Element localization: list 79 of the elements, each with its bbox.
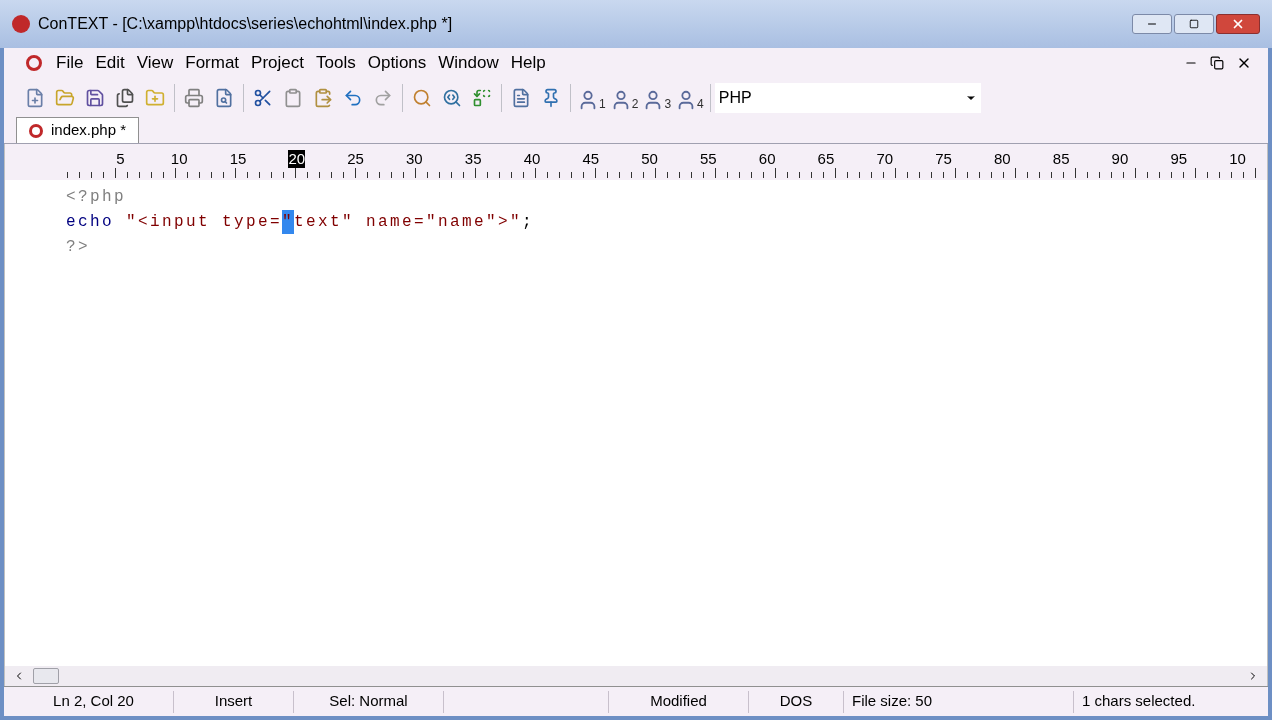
save-icon [85, 88, 105, 108]
redo-icon [373, 88, 393, 108]
scroll-thumb[interactable] [33, 668, 59, 684]
ruler-number: 80 [994, 150, 1011, 168]
close-button[interactable] [1216, 14, 1260, 34]
menu-item[interactable]: Tools [310, 50, 362, 76]
php-file-icon [29, 123, 43, 138]
code-token: ?> [66, 236, 90, 258]
search-icon [412, 88, 432, 108]
ruler-number: 10 [170, 150, 188, 168]
ruler-number: 35 [464, 150, 482, 168]
ruler-number: 45 [582, 150, 600, 168]
ruler-number: 25 [347, 150, 364, 168]
status-text: Sel: Normal [329, 691, 408, 712]
status-text: DOS [779, 691, 813, 712]
save-all-icon [115, 88, 135, 108]
replace-icon [472, 88, 492, 108]
ruler-number: 75 [935, 150, 952, 168]
ruler-number: 10 [1229, 150, 1246, 168]
ruler-number: 50 [641, 150, 658, 168]
user-tool-button[interactable]: 3 [640, 83, 674, 113]
code-editor[interactable]: <?php echo "<input type="text" name="name">"; ?> [4, 180, 1268, 666]
folder-icon [145, 88, 165, 108]
menu-item[interactable]: Options [361, 50, 433, 76]
minimize-button[interactable] [1132, 14, 1172, 34]
new-file-icon [25, 88, 45, 108]
status-text: Ln 2, Col 20 [53, 691, 134, 712]
code-token: text" name="name">" [294, 211, 523, 233]
user-tool-button[interactable]: 2 [607, 83, 641, 113]
app-logo-icon [12, 15, 30, 33]
menu-item[interactable]: File [50, 50, 90, 76]
paste-icon [313, 88, 333, 108]
menu-item[interactable]: View [130, 50, 180, 76]
window-title: ConTEXT - [C:\xampp\htdocs\series\echohtml\index.php *] [38, 14, 453, 34]
copy-icon [283, 88, 303, 108]
document-restore-icon[interactable] [1210, 56, 1224, 70]
menu-item[interactable]: Help [504, 50, 552, 76]
document-logo-icon [26, 55, 42, 71]
status-text: Insert [214, 691, 253, 712]
code-token: <?php [66, 186, 126, 208]
ruler-number: 95 [1170, 150, 1188, 168]
file-tab[interactable]: index.php * [16, 117, 140, 143]
menu-item[interactable]: Project [245, 50, 310, 76]
menu-item[interactable]: Window [432, 50, 505, 76]
horizontal-scrollbar[interactable] [4, 666, 1268, 686]
open-icon [55, 88, 75, 108]
maximize-button[interactable] [1174, 14, 1214, 34]
ruler-number: 90 [1111, 150, 1129, 168]
print-preview-icon [214, 88, 234, 108]
code-token: "<input type= [125, 211, 283, 233]
ruler-number: 85 [1052, 150, 1070, 168]
ruler-number: 60 [758, 150, 776, 168]
code-token: ; [522, 211, 535, 233]
code-token: " [282, 209, 295, 234]
code-token: echo [66, 211, 114, 233]
menu-item[interactable]: Format [179, 50, 246, 76]
ruler-number: 15 [229, 150, 247, 168]
user-tool-button[interactable]: 4 [673, 83, 706, 113]
user-tool-button[interactable]: 1 [575, 83, 608, 113]
status-text: Modified [650, 691, 707, 712]
ruler-number: 55 [700, 150, 717, 168]
ruler-number: 20 [288, 150, 306, 168]
ruler-number: 40 [523, 150, 541, 168]
close-icon [1231, 17, 1245, 31]
menu-item[interactable]: Edit [89, 50, 131, 76]
cut-icon [253, 88, 273, 108]
ruler-number: 30 [406, 150, 423, 168]
maximize-icon [1189, 19, 1199, 29]
print-icon [184, 88, 204, 108]
status-text: File size: 50 [852, 691, 933, 712]
undo-icon [343, 88, 363, 108]
language-dropdown[interactable]: PHP [714, 83, 981, 113]
ruler-number: 65 [817, 150, 835, 168]
document-list-icon [511, 88, 531, 108]
ruler-number: 5 [116, 150, 125, 168]
ruler-number: 70 [876, 150, 894, 168]
pin-icon [541, 88, 561, 108]
status-text: 1 chars selected. [1082, 691, 1196, 712]
find-next-icon [442, 88, 462, 108]
